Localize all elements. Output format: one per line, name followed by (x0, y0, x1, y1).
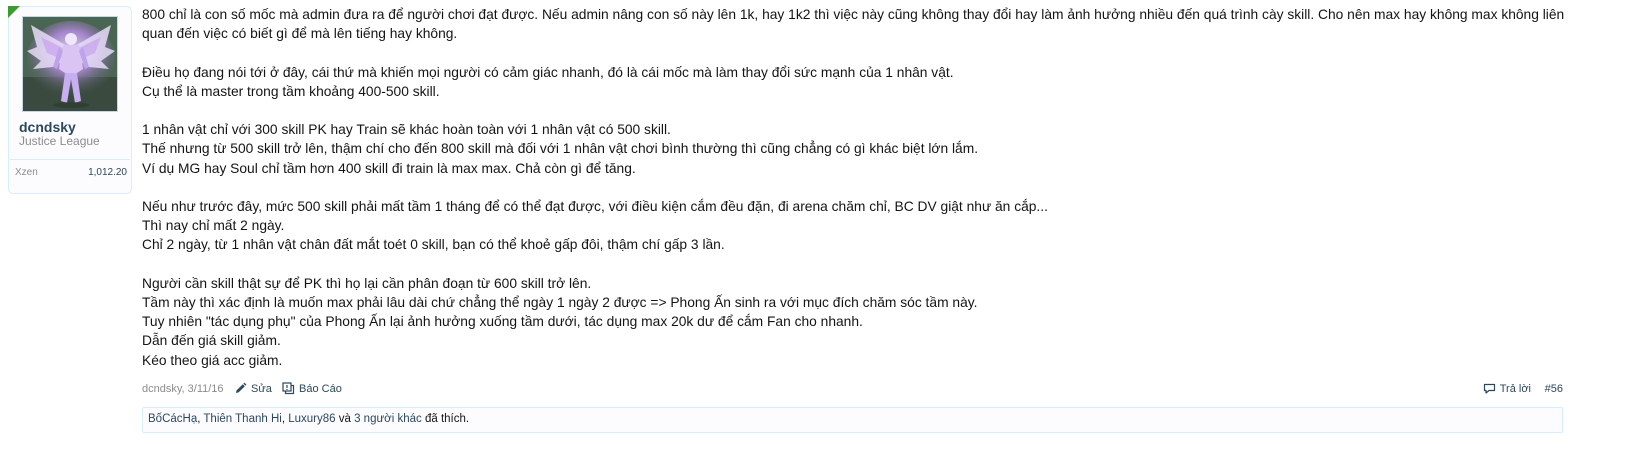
speech-bubble-icon (1483, 383, 1495, 394)
message-line: Tầm này thì xác định là muốn max phải lâ… (142, 294, 978, 310)
user-stat-label: Xzen (15, 167, 38, 178)
user-info-panel: dcndsky Justice League Xzen 1,012.20 (8, 6, 132, 194)
message-line: Điều họ đang nói tới ở đây, cái thứ mà k… (142, 64, 954, 80)
likes-and-word: và (338, 413, 351, 425)
edit-button[interactable]: Sửa (234, 382, 272, 395)
edit-label: Sửa (251, 382, 272, 395)
message-line: Cụ thể là master trong tầm khoảng 400-50… (142, 83, 440, 99)
message-line: Thì nay chỉ mất 2 ngày. (142, 218, 285, 234)
user-stat-row: Xzen 1,012.20 (10, 159, 130, 185)
reply-button[interactable]: Trả lời (1483, 382, 1531, 395)
report-label: Báo Cáo (299, 382, 342, 395)
message-line: Chỉ 2 ngày, từ 1 nhân vật chân đất mắt t… (142, 237, 725, 253)
message-line: Tuy nhiên "tác dụng phụ" của Phong Ấn lạ… (142, 314, 863, 330)
reply-label: Trả lời (1499, 382, 1531, 395)
message-line: Nếu như trước đây, mức 500 skill phải mấ… (142, 198, 1048, 214)
message-line: Thế nhưng từ 500 skill trở lên, thậm chí… (142, 141, 979, 157)
report-icon (282, 382, 295, 395)
message-line: Kéo theo giá acc giảm. (142, 352, 283, 368)
user-avatar[interactable] (22, 16, 118, 112)
post-meta-bar: dcndsky, 3/11/16 Sửa Báo Cáo Trả lời #56 (142, 381, 1563, 399)
user-title: Justice League (19, 134, 100, 148)
likes-others-link[interactable]: 3 người khác (354, 413, 422, 425)
username-link[interactable]: dcndsky (19, 119, 76, 135)
likes-summary: BốCácHạ, Thiên Thanh Hi, Luxury86 và 3 n… (142, 407, 1563, 433)
user-stat-value: 1,012.20 (88, 167, 127, 178)
message-line: quan đến việc có biết gì để mà lên tiếng… (142, 26, 458, 42)
liker-link[interactable]: BốCácHạ (148, 413, 197, 425)
liker-link[interactable]: Luxury86 (288, 413, 335, 425)
message-paragraph: Người cần skill thật sự để PK thì họ lại… (142, 274, 1572, 370)
message-paragraph: 800 chỉ là con số mốc mà admin đưa ra để… (142, 5, 1572, 43)
likes-suffix: đã thích. (424, 413, 470, 425)
message-line: 800 chỉ là con số mốc mà admin đưa ra để… (142, 7, 1565, 22)
message-paragraph: 1 nhân vật chỉ với 300 skill PK hay Trai… (142, 120, 1572, 178)
report-button[interactable]: Báo Cáo (282, 382, 342, 395)
liker-link[interactable]: Thiên Thanh Hi (203, 413, 281, 425)
message-line: Dẫn đến giá skill giảm. (142, 333, 281, 349)
forum-post: dcndsky Justice League Xzen 1,012.20 800… (0, 0, 1637, 457)
pencil-icon (236, 382, 247, 393)
message-line: Ví dụ MG hay Soul chỉ tầm hơn 400 skill … (142, 160, 636, 176)
corner-badge-icon (8, 6, 20, 18)
post-number-link[interactable]: #56 (1545, 383, 1563, 395)
message-paragraph: Điều họ đang nói tới ở đây, cái thứ mà k… (142, 63, 1572, 101)
avatar-image (23, 17, 117, 111)
message-line: 1 nhân vật chỉ với 300 skill PK hay Trai… (142, 122, 671, 138)
message-line: Người cần skill thật sự để PK thì họ lại… (142, 275, 592, 291)
post-author-date[interactable]: dcndsky, 3/11/16 (142, 383, 224, 395)
message-paragraph: Nếu như trước đây, mức 500 skill phải mấ… (142, 197, 1572, 255)
message-body: 800 chỉ là con số mốc mà admin đưa ra để… (142, 5, 1572, 370)
